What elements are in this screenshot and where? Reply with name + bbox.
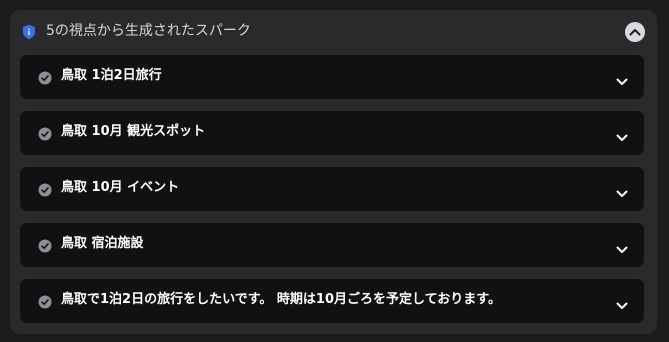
chevron-down-icon[interactable] (616, 128, 628, 141)
check-circle-icon (38, 126, 52, 141)
chevron-down-icon[interactable] (616, 72, 628, 85)
check-circle-icon (38, 70, 52, 85)
chevron-down-icon[interactable] (616, 240, 628, 253)
spark-item-label: 鳥取 10月 観光スポット (61, 124, 206, 139)
sparks-title: 5の視点から生成されたスパーク (46, 23, 251, 39)
chevron-up-icon (629, 29, 641, 36)
chevron-down-icon[interactable] (616, 296, 628, 309)
spark-item[interactable]: 鳥取 1泊2日旅行 (20, 55, 644, 99)
check-circle-icon (38, 294, 52, 309)
shield-icon (22, 24, 36, 40)
spark-item-label: 鳥取 宿泊施設 (61, 236, 144, 251)
chevron-down-icon[interactable] (616, 184, 628, 197)
spark-item[interactable]: 鳥取 10月 観光スポット (20, 111, 644, 155)
spark-item-label: 鳥取 10月 イベント (61, 180, 180, 195)
check-circle-icon (38, 238, 52, 253)
sparks-header: 5の視点から生成されたスパーク (10, 10, 657, 54)
spark-item[interactable]: 鳥取で1泊2日の旅行をしたいです。 時期は10月ごろを予定しております。 (20, 279, 644, 323)
sparks-panel: 5の視点から生成されたスパーク 鳥取 1泊2日旅行 鳥取 10月 観光スポット (10, 10, 657, 334)
spark-list: 鳥取 1泊2日旅行 鳥取 10月 観光スポット 鳥取 10月 イベント 鳥取 宿… (20, 55, 644, 335)
spark-item-label: 鳥取 1泊2日旅行 (61, 68, 162, 83)
collapse-button[interactable] (625, 22, 645, 42)
check-circle-icon (38, 182, 52, 197)
spark-item-label: 鳥取で1泊2日の旅行をしたいです。 時期は10月ごろを予定しております。 (61, 292, 501, 307)
spark-item[interactable]: 鳥取 宿泊施設 (20, 223, 644, 267)
spark-item[interactable]: 鳥取 10月 イベント (20, 167, 644, 211)
